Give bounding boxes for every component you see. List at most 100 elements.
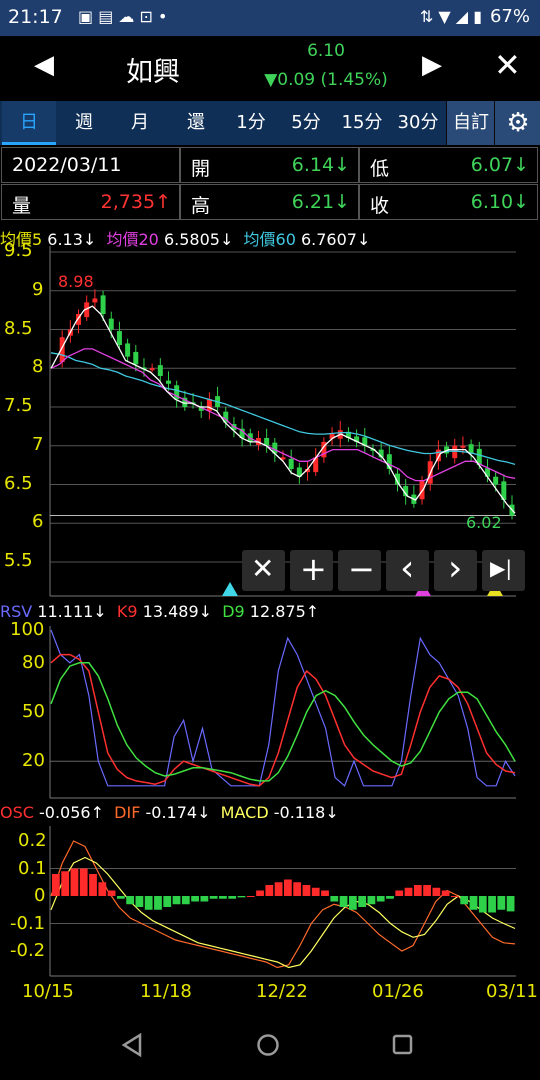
osc-bar <box>89 874 97 896</box>
osc-bar <box>52 874 60 896</box>
price-tick-label: 9.5 <box>4 240 33 261</box>
osc-bar <box>460 896 469 905</box>
candle-body <box>288 458 294 469</box>
candle-body <box>100 295 106 314</box>
jump-latest-button[interactable]: ▶| <box>482 550 525 591</box>
osc-bar <box>135 896 144 907</box>
minus-icon: − <box>348 550 375 588</box>
date-tick-label: 03/11 <box>486 981 538 1002</box>
date-tick-label: 11/18 <box>140 981 192 1002</box>
chevron-left-icon: ‹ <box>400 548 415 589</box>
zoom-in-button[interactable]: + <box>290 550 333 591</box>
osc-bar <box>107 890 116 896</box>
price-tick-label: 8.5 <box>4 317 33 339</box>
macd-tick-label: 0 <box>34 885 46 906</box>
osc-bar <box>228 896 237 899</box>
candle-body <box>133 351 139 365</box>
back-icon[interactable] <box>120 1032 144 1058</box>
close-icon: ✕ <box>251 552 275 585</box>
macd-tick-label: -0.1 <box>10 912 46 934</box>
osc-bar <box>61 871 70 896</box>
osc-bar <box>209 896 218 899</box>
osc-bar <box>451 896 459 897</box>
osc-bar <box>265 885 274 896</box>
osc-bar <box>293 882 302 896</box>
osc-bar <box>200 896 209 902</box>
scroll-right-button[interactable]: › <box>434 548 477 591</box>
osc-bar <box>144 896 153 910</box>
candle-body <box>108 318 114 330</box>
osc-bar <box>376 896 385 902</box>
macd-tick-label: 0.1 <box>18 857 47 879</box>
kd-tick-label: 50 <box>22 701 45 722</box>
osc-bar <box>321 890 329 896</box>
osc-bar <box>98 882 107 896</box>
osc-bar <box>423 885 431 896</box>
kd-tick-label: 20 <box>22 750 45 772</box>
osc-bar <box>302 885 311 896</box>
osc-bar <box>469 896 478 910</box>
osc-bar <box>191 896 199 902</box>
date-tick-label: 01/26 <box>372 981 424 1002</box>
date-tick-label: 10/15 <box>22 981 74 1002</box>
osc-bar <box>395 890 404 896</box>
price-tick-label: 7.5 <box>4 395 33 416</box>
macd-tick-label: -0.2 <box>10 940 46 961</box>
osc-bar <box>154 896 162 910</box>
kd-tick-label: 80 <box>22 651 45 673</box>
osc-bar <box>478 896 487 913</box>
osc-bar <box>274 882 283 896</box>
candle-body <box>116 331 122 345</box>
candle-body <box>166 380 171 384</box>
osc-bar <box>181 896 190 905</box>
osc-bar <box>386 896 394 899</box>
charts-canvas <box>49 246 516 977</box>
recents-icon[interactable] <box>390 1032 416 1058</box>
osc-bar <box>172 896 181 905</box>
price-tick-label: 8 <box>32 356 44 378</box>
osc-bar <box>237 896 246 898</box>
candle-body <box>92 298 98 303</box>
candle-body <box>452 445 458 459</box>
price-tick-label: 5.5 <box>4 550 33 571</box>
period-marker-cyan <box>222 582 238 596</box>
candle-body <box>149 368 155 371</box>
system-nav-bar <box>0 1010 540 1080</box>
osc-bar <box>219 896 227 899</box>
osc-bar <box>330 896 339 902</box>
osc-bar <box>246 896 255 897</box>
osc-bar <box>311 887 320 896</box>
rsv-line <box>50 629 516 787</box>
price-tick-label: 6 <box>32 511 44 533</box>
candle-body <box>157 365 163 376</box>
chevron-right-icon: › <box>448 548 463 589</box>
home-icon[interactable] <box>255 1032 281 1058</box>
osc-bar <box>163 896 172 907</box>
zoom-out-button[interactable]: − <box>338 550 381 591</box>
skip-end-icon: ▶| <box>490 556 513 580</box>
d9-line <box>50 662 516 782</box>
osc-bar <box>413 885 422 896</box>
osc-bar <box>339 896 348 907</box>
macd-tick-label: 0.2 <box>18 830 47 851</box>
osc-bar <box>348 896 357 910</box>
candle-body <box>125 343 131 357</box>
clear-button[interactable]: ✕ <box>242 550 285 591</box>
dif-line <box>50 840 516 969</box>
osc-bar <box>284 879 292 896</box>
high-price-marker: 8.98 <box>58 272 94 291</box>
macd-line <box>50 856 516 969</box>
osc-bar <box>358 896 367 907</box>
osc-bar <box>116 896 125 899</box>
scroll-left-button[interactable]: ‹ <box>386 548 429 591</box>
osc-bar <box>79 868 88 896</box>
osc-bar <box>441 890 450 896</box>
plus-icon: + <box>300 550 327 588</box>
osc-bar <box>367 896 376 905</box>
osc-bar <box>70 868 79 896</box>
osc-bar <box>256 890 264 896</box>
low-price-marker: 6.02 <box>466 513 502 532</box>
date-tick-label: 12/22 <box>256 981 308 1002</box>
osc-bar <box>506 896 515 912</box>
price-tick-label: 7 <box>32 433 44 455</box>
